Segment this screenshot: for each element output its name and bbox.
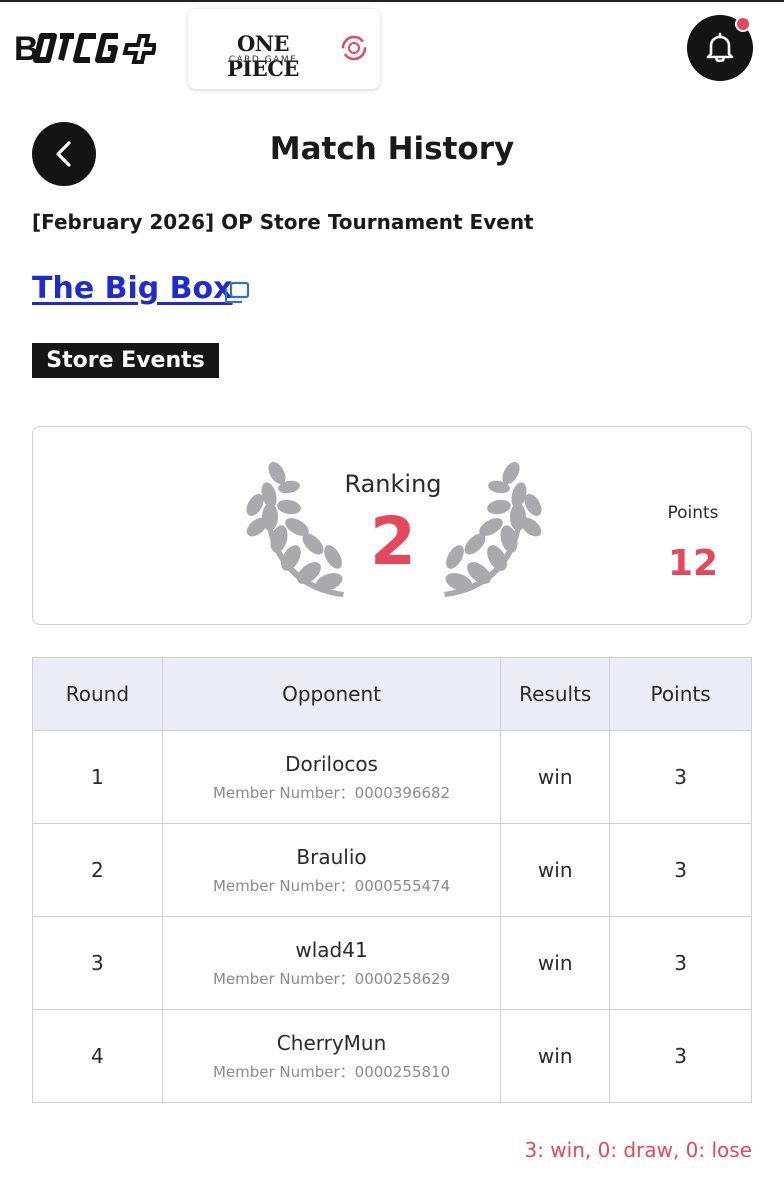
table-row: 3 wlad41 Member Number：0000258629 win 3 xyxy=(32,916,752,1010)
notification-badge xyxy=(735,16,751,32)
opponent-cell: Dorilocos Member Number：0000396682 xyxy=(161,730,502,824)
points-cell: 3 xyxy=(609,916,752,1010)
event-type-tag: Store Events xyxy=(32,343,219,378)
page-title: Match History xyxy=(269,131,515,167)
ranking-card: Ranking 2 Points 12 xyxy=(32,426,752,625)
points-cell: 3 xyxy=(609,730,752,824)
external-link-icon[interactable] xyxy=(223,280,251,306)
column-header-round: Round xyxy=(32,657,163,731)
column-header-points: Points xyxy=(609,657,752,731)
result-cell: win xyxy=(500,730,611,824)
round-cell: 2 xyxy=(32,823,163,917)
table-row: 2 Braulio Member Number：0000555474 win 3 xyxy=(32,823,752,917)
ranking-value: 2 xyxy=(370,503,416,580)
column-header-opponent: Opponent xyxy=(161,657,502,731)
opponent-member-number: Member Number：0000396682 xyxy=(212,783,451,802)
opponent-member-number: Member Number：0000258629 xyxy=(212,969,451,988)
match-results-table: Round Opponent Results Points 1 Doriloco… xyxy=(32,657,752,1103)
result-cell: win xyxy=(500,916,611,1010)
points-value: 12 xyxy=(667,543,719,584)
points-cell: 3 xyxy=(609,823,752,917)
event-name: [February 2026] OP Store Tournament Even… xyxy=(32,210,534,234)
points-label: Points xyxy=(667,503,719,523)
opponent-member-number: Member Number：0000555474 xyxy=(212,876,451,895)
game-switch-icon[interactable] xyxy=(339,33,369,63)
opponent-member-number: Member Number：0000255810 xyxy=(212,1062,451,1081)
points-cell: 3 xyxy=(609,1009,752,1103)
table-row: 4 CherryMun Member Number：0000255810 win… xyxy=(32,1009,752,1103)
opponent-cell: Braulio Member Number：0000555474 xyxy=(161,823,502,917)
game-selector-card[interactable]: ONE PIECE CARD GAME xyxy=(188,9,380,89)
result-cell: win xyxy=(500,1009,611,1103)
opponent-name: Dorilocos xyxy=(285,751,378,776)
round-cell: 1 xyxy=(32,730,163,824)
bell-icon xyxy=(706,32,734,63)
top-bar: B ONE PIECE CARD GAME xyxy=(0,0,784,100)
round-cell: 4 xyxy=(32,1009,163,1103)
results-summary: 3: win, 0: draw, 0: lose xyxy=(524,1138,752,1162)
round-cell: 3 xyxy=(32,916,163,1010)
table-header-row: Round Opponent Results Points xyxy=(32,657,752,731)
opponent-cell: CherryMun Member Number：0000255810 xyxy=(161,1009,502,1103)
opponent-name: Braulio xyxy=(296,844,367,869)
result-cell: win xyxy=(500,823,611,917)
column-header-results: Results xyxy=(500,657,611,731)
opponent-name: wlad41 xyxy=(295,937,368,962)
store-link[interactable]: The Big Box xyxy=(32,271,233,306)
ranking-label: Ranking xyxy=(344,470,442,498)
game-subtitle: CARD GAME xyxy=(228,55,298,65)
table-row: 1 Dorilocos Member Number：0000396682 win… xyxy=(32,730,752,824)
opponent-name: CherryMun xyxy=(276,1030,387,1055)
brand-logo[interactable]: B xyxy=(14,28,156,68)
opponent-cell: wlad41 Member Number：0000258629 xyxy=(161,916,502,1010)
